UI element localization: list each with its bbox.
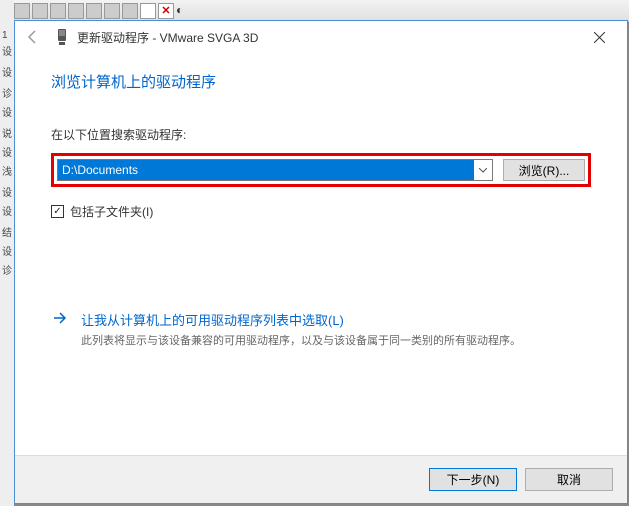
include-subfolders-checkbox[interactable]: ✓	[51, 205, 64, 218]
window-title: 更新驱动程序 - VMware SVGA 3D	[77, 29, 579, 46]
highlighted-region: D:\Documents 浏览(R)...	[51, 153, 591, 187]
background-toolbar: ✕ ◐	[0, 0, 629, 22]
back-arrow-icon[interactable]	[23, 27, 43, 47]
bg-icon	[32, 3, 48, 19]
background-strip: 1设设 诊设说 设浅设 设结设 诊	[0, 0, 14, 506]
include-subfolders-label: 包括子文件夹(I)	[70, 203, 153, 220]
close-icon[interactable]	[579, 23, 619, 51]
option-description: 此列表将显示与该设备兼容的可用驱动程序，以及与该设备属于同一类别的所有驱动程序。	[81, 333, 591, 350]
update-driver-dialog: 更新驱动程序 - VMware SVGA 3D 浏览计算机上的驱动程序 在以下位…	[14, 20, 628, 504]
bg-icon	[86, 3, 102, 19]
bg-icon: ✕	[158, 3, 174, 19]
include-subfolders-row[interactable]: ✓ 包括子文件夹(I)	[51, 203, 591, 220]
cancel-button[interactable]: 取消	[525, 468, 613, 491]
browse-button[interactable]: 浏览(R)...	[503, 159, 585, 181]
chevron-down-icon[interactable]	[474, 160, 492, 180]
arrow-right-icon	[51, 310, 69, 350]
next-button[interactable]: 下一步(N)	[429, 468, 517, 491]
option-text-block: 让我从计算机上的可用驱动程序列表中选取(L) 此列表将显示与该设备兼容的可用驱动…	[81, 310, 591, 350]
bg-icon: ◐	[176, 3, 192, 19]
content-area: 浏览计算机上的驱动程序 在以下位置搜索驱动程序: D:\Documents 浏览…	[15, 53, 627, 455]
path-combobox[interactable]: D:\Documents	[57, 159, 493, 181]
option-title: 让我从计算机上的可用驱动程序列表中选取(L)	[81, 310, 591, 329]
path-value: D:\Documents	[58, 160, 474, 180]
page-heading: 浏览计算机上的驱动程序	[51, 71, 591, 92]
bg-icon	[122, 3, 138, 19]
search-location-label: 在以下位置搜索驱动程序:	[51, 126, 591, 143]
bg-icon	[140, 3, 156, 19]
pick-from-list-option[interactable]: 让我从计算机上的可用驱动程序列表中选取(L) 此列表将显示与该设备兼容的可用驱动…	[51, 310, 591, 350]
footer: 下一步(N) 取消	[15, 455, 627, 503]
bg-icon	[68, 3, 84, 19]
device-icon	[55, 28, 69, 46]
titlebar: 更新驱动程序 - VMware SVGA 3D	[15, 21, 627, 53]
bg-icon	[14, 3, 30, 19]
bg-icon	[50, 3, 66, 19]
bg-icon	[104, 3, 120, 19]
